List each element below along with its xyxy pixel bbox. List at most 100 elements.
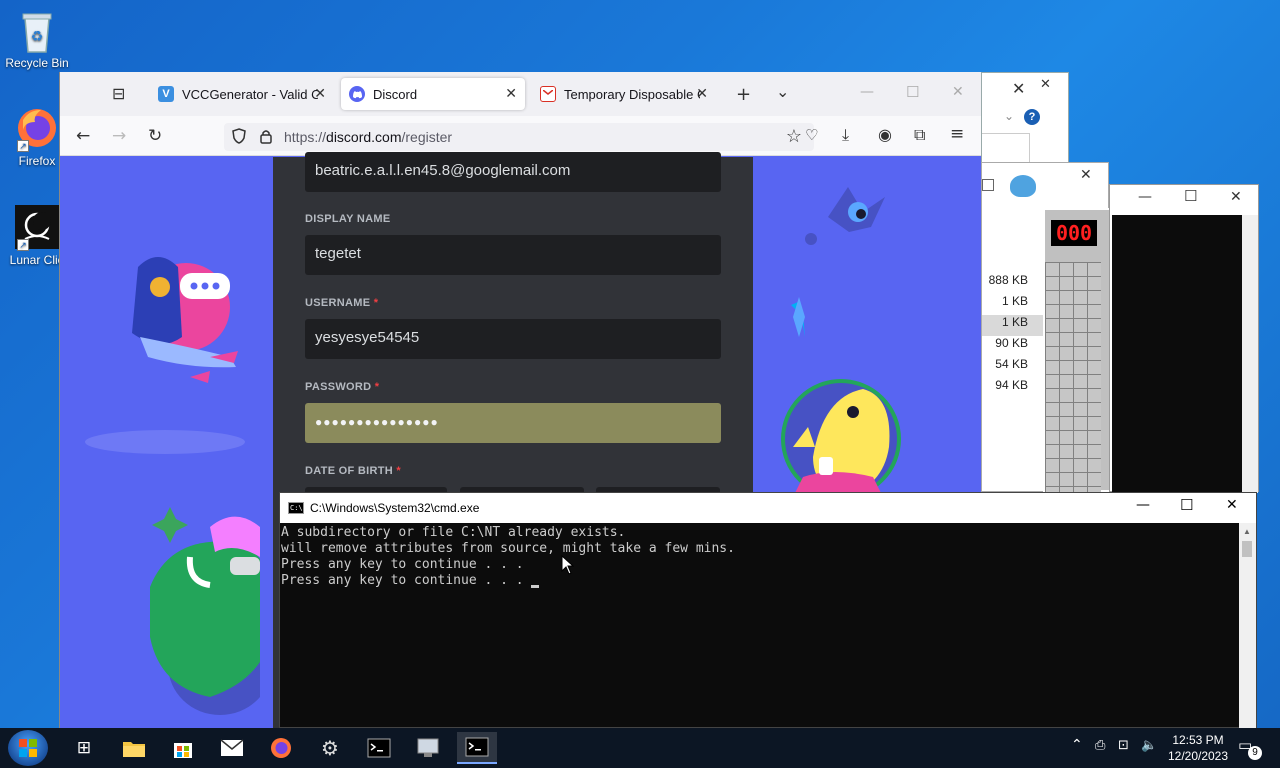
mail-icon[interactable] [212, 732, 252, 764]
chevron-down-icon[interactable]: ⌄ [1004, 109, 1014, 123]
close-icon[interactable]: ✕ [1040, 77, 1051, 92]
scroll-thumb[interactable] [1242, 541, 1252, 557]
close-icon[interactable]: ✕ [1226, 497, 1238, 513]
cmd-app-icon: C:\ [288, 502, 304, 514]
maximize-icon[interactable]: ☐ [1184, 187, 1197, 205]
back-arrow-icon[interactable]: ← [76, 126, 90, 146]
reload-icon[interactable]: ↻ [148, 126, 162, 146]
task-view-icon[interactable]: ⊞ [64, 732, 104, 764]
close-tab-icon[interactable]: ✕ [696, 85, 708, 102]
tab-label: VCCGenerator - Valid Cre [182, 86, 318, 102]
address-field[interactable] [982, 133, 1030, 163]
extensions-icon[interactable]: ⧉ [914, 125, 925, 145]
cmd-line: Press any key to continue . . . [281, 557, 524, 572]
username-label: USERNAME * [305, 297, 379, 309]
tab-discord[interactable]: Discord ✕ [341, 78, 525, 110]
windows-logo-icon [19, 739, 37, 757]
system-clock[interactable]: 12:53 PM 12/20/2023 [1162, 732, 1234, 764]
close-icon[interactable]: ✕ [1012, 79, 1025, 98]
recycle-bin-icon: ♻ [15, 8, 59, 53]
cmd-window[interactable]: C:\ C:\Windows\System32\cmd.exe — ☐ ✕ A … [279, 492, 1257, 729]
firefox-icon: ↗ [15, 106, 59, 152]
cmd-taskbar-icon[interactable] [359, 732, 399, 764]
svg-text:♻: ♻ [31, 29, 44, 45]
password-field[interactable]: ●●●●●●●●●●●●●●● [305, 403, 721, 443]
shell-icon [1010, 175, 1036, 197]
lunar-client-icon: ↗ [15, 205, 59, 251]
account-icon[interactable]: ◉ [878, 125, 892, 144]
gmail-favicon-icon [540, 86, 556, 102]
tab-temp-gmail[interactable]: Temporary Disposable Gm ✕ [532, 78, 716, 110]
network-icon[interactable]: ⊡ [1118, 738, 1129, 753]
display-name-field[interactable]: tegetet [305, 235, 721, 275]
minesweeper-window[interactable]: 000 [1043, 208, 1111, 492]
help-icon[interactable]: ? [1024, 109, 1040, 125]
password-label: PASSWORD * [305, 381, 380, 393]
menu-icon[interactable]: ≡ [950, 124, 964, 144]
settings-gear-icon[interactable]: ⚙ [310, 732, 350, 764]
bookmark-star-icon[interactable]: ☆ [786, 126, 802, 147]
remote-desktop-icon[interactable] [408, 732, 448, 764]
tab-bar: ⊟ V VCCGenerator - Valid Cre ✕ Discord ✕… [60, 72, 981, 116]
pocket-icon[interactable]: ♡ [805, 126, 818, 144]
shortcut-arrow-icon: ↗ [17, 140, 29, 152]
file-size: 90 KB [995, 336, 1028, 350]
discord-favicon-icon [349, 86, 365, 102]
close-tab-icon[interactable]: ✕ [505, 85, 517, 102]
cmd-scrollbar[interactable]: ▲ [1239, 523, 1256, 729]
file-size: 1 KB [982, 315, 1044, 336]
maximize-icon[interactable]: ☐ [1180, 496, 1193, 514]
close-window-icon[interactable]: ✕ [952, 84, 964, 100]
tab-label: Discord [373, 86, 418, 102]
tab-overview-icon[interactable]: ⊟ [112, 84, 125, 103]
lock-icon[interactable] [260, 129, 272, 149]
tab-vccgenerator[interactable]: V VCCGenerator - Valid Cre ✕ [150, 78, 334, 110]
desktop-icon-label: Recycle Bin [5, 56, 69, 70]
close-icon[interactable]: ✕ [1080, 167, 1092, 183]
cmd-titlebar[interactable]: C:\ C:\Windows\System32\cmd.exe — ☐ ✕ [280, 493, 1256, 523]
scroll-up-icon[interactable]: ▲ [1243, 527, 1251, 536]
device-icon[interactable]: ⎙ [1095, 738, 1105, 753]
minimize-icon[interactable]: — [860, 84, 874, 100]
mine-grid[interactable] [1045, 262, 1101, 492]
view-icon[interactable] [982, 179, 994, 191]
list-tabs-chevron-icon[interactable]: ⌄ [776, 82, 789, 101]
maximize-icon[interactable]: ☐ [906, 83, 919, 101]
firefox-taskbar-icon[interactable] [261, 732, 301, 764]
volume-muted-icon[interactable]: 🔈 [1141, 738, 1157, 753]
close-tab-icon[interactable]: ✕ [314, 85, 326, 102]
username-field[interactable]: yesyesye54545 [305, 319, 721, 359]
background-console-window[interactable]: — ☐ ✕ [1109, 184, 1259, 493]
email-field[interactable]: beatric.e.a.l.l.en45.8@googlemail.com [305, 152, 721, 192]
new-tab-plus-icon[interactable]: + [736, 84, 751, 105]
shortcut-arrow-icon: ↗ [17, 239, 29, 251]
file-size: 54 KB [995, 357, 1028, 371]
minimize-icon[interactable]: — [1138, 189, 1152, 205]
clock-date: 12/20/2023 [1167, 749, 1229, 763]
store-icon[interactable] [163, 732, 203, 764]
cmd-output[interactable]: A subdirectory or file C:\NT already exi… [280, 523, 1240, 729]
cmd-taskbar-icon-active[interactable] [457, 732, 497, 764]
display-name-label: DISPLAY NAME [305, 213, 391, 225]
text-cursor [531, 585, 540, 588]
forward-arrow-icon[interactable]: → [112, 126, 126, 146]
desktop-icon-recycle-bin[interactable]: ♻ Recycle Bin [0, 8, 74, 70]
show-hidden-icons-chevron-icon[interactable]: ⌃ [1071, 737, 1083, 753]
file-size-list: 888 KB 1 KB 1 KB 90 KB 54 KB 94 KB [982, 273, 1044, 399]
cmd-line: Press any key to continue . . . [281, 573, 1239, 589]
file-explorer-icon[interactable] [114, 732, 154, 764]
shield-icon[interactable] [232, 128, 246, 149]
file-size: 888 KB [988, 273, 1028, 287]
clock-time: 12:53 PM [1172, 733, 1224, 747]
vccgenerator-favicon-icon: V [158, 86, 174, 102]
downloads-icon[interactable]: ⤓ [842, 125, 849, 145]
scrollbar[interactable] [1242, 215, 1258, 493]
close-icon[interactable]: ✕ [1230, 189, 1242, 205]
notification-center-icon[interactable]: ▭ 9 [1238, 736, 1262, 760]
url-text[interactable]: https://discord.com/register [284, 129, 452, 145]
illustration-left-character [85, 257, 260, 715]
file-size: 1 KB [1001, 294, 1028, 308]
minimize-icon[interactable]: — [1136, 497, 1150, 513]
url-bar[interactable]: https://discord.com/register ☆ [224, 123, 814, 151]
start-button[interactable] [8, 730, 48, 766]
